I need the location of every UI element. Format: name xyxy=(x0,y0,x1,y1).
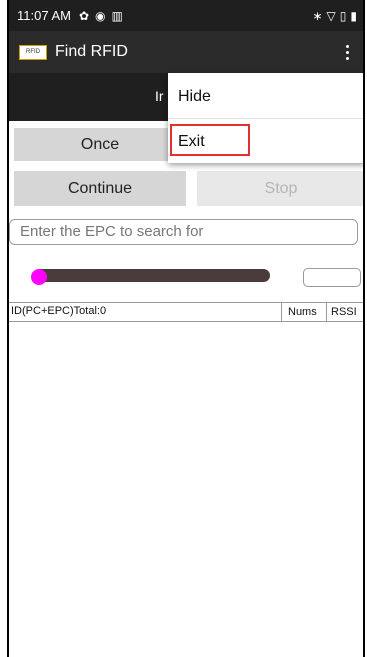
wifi-icon: ▽ xyxy=(326,8,336,23)
bluetooth-icon: ∗ xyxy=(312,8,323,23)
header-nums-column: Nums xyxy=(281,303,317,321)
app-bar: RFID Find RFID xyxy=(9,31,363,73)
battery-icon: ▮ xyxy=(350,8,357,23)
header-id-column: ID(PC+EPC)Total:0 xyxy=(11,305,107,317)
continue-button[interactable]: Continue xyxy=(14,171,186,206)
status-left-icons: ✿ ◉ ▥ xyxy=(79,9,123,23)
header-rssi-column: RSSI xyxy=(326,303,357,321)
status-time: 11:07 AM xyxy=(17,8,71,23)
menu-item-hide[interactable]: Hide xyxy=(168,75,363,119)
once-button[interactable]: Once xyxy=(14,128,186,161)
menu-item-hide-label: Hide xyxy=(178,88,211,105)
sim-card-icon: ▯ xyxy=(339,8,347,23)
app-title: Find RFID xyxy=(55,43,128,60)
epc-search-input[interactable]: Enter the EPC to search for xyxy=(9,219,358,245)
overflow-menu-icon[interactable] xyxy=(346,44,349,60)
epc-placeholder: Enter the EPC to search for xyxy=(20,223,204,240)
signal-slider-thumb[interactable] xyxy=(31,269,47,285)
signal-value-field[interactable] xyxy=(303,268,361,287)
logo-text: RFID xyxy=(26,49,40,55)
exit-highlight-box xyxy=(170,124,250,156)
status-right-icons: ∗ ▽ ▯ ▮ xyxy=(312,9,357,23)
gear-icon: ✿ xyxy=(78,8,90,23)
table-header: ID(PC+EPC)Total:0 Nums RSSI xyxy=(9,302,363,322)
status-bar: 11:07 AM ✿ ◉ ▥ ∗ ▽ ▯ ▮ xyxy=(9,0,363,31)
menu-divider xyxy=(168,118,363,119)
rfid-logo-icon: RFID xyxy=(19,44,47,60)
overflow-dropdown-menu: Hide Exit xyxy=(168,73,363,163)
tab-label[interactable]: Ir xyxy=(155,88,164,104)
sim-card-icon: ▥ xyxy=(111,8,123,23)
app-screen: 11:07 AM ✿ ◉ ▥ ∗ ▽ ▯ ▮ RFID Find RFID Ir… xyxy=(7,0,365,657)
stop-button[interactable]: Stop xyxy=(197,171,363,206)
circle-icon: ◉ xyxy=(95,8,106,23)
signal-slider-track[interactable] xyxy=(35,269,270,282)
